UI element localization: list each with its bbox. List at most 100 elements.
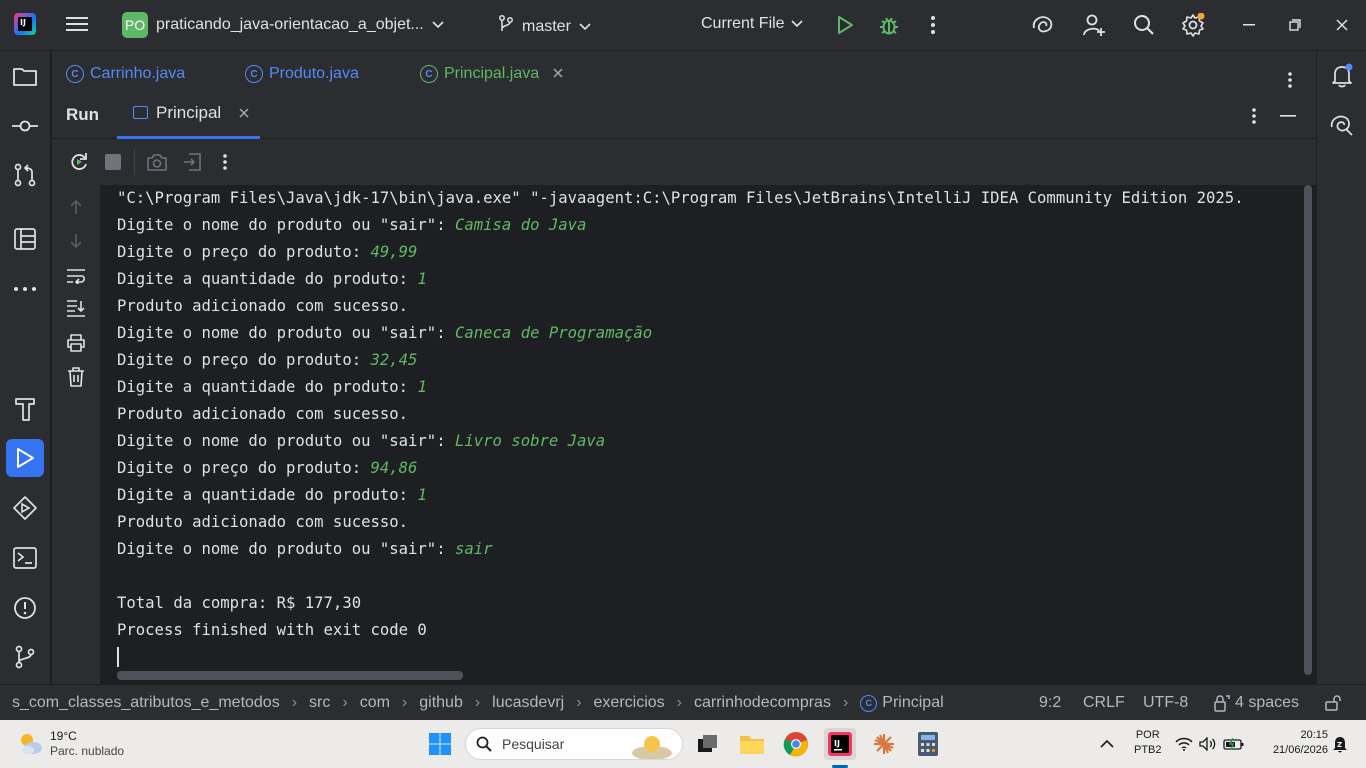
tab-carrinho[interactable]: C Carrinho.java <box>66 65 185 83</box>
breadcrumb-item[interactable]: com <box>360 694 390 712</box>
close-tab-icon[interactable] <box>553 65 563 83</box>
console-line: Digite a quantidade do produto: 1 <box>117 486 427 504</box>
stop-icon[interactable] <box>103 152 123 172</box>
ai-assistant-icon[interactable] <box>1031 13 1055 37</box>
file-explorer-icon[interactable] <box>736 728 768 760</box>
run-options-icon[interactable] <box>1242 104 1266 128</box>
services-icon[interactable] <box>11 494 39 522</box>
run-tab-principal[interactable]: Principal <box>117 89 260 139</box>
volume-icon[interactable] <box>1196 728 1220 760</box>
taskbar-search[interactable]: Pesquisar <box>465 728 683 760</box>
soft-wrap-icon[interactable] <box>65 265 87 287</box>
vertical-scrollbar[interactable] <box>1304 185 1312 675</box>
hide-panel-icon[interactable] <box>1276 104 1300 128</box>
settings-gear-icon[interactable] <box>1181 13 1205 37</box>
windows-start-icon[interactable] <box>424 728 456 760</box>
problems-icon[interactable] <box>11 594 39 622</box>
task-view-icon[interactable] <box>692 728 724 760</box>
structure-icon[interactable] <box>11 225 39 253</box>
notifications-bell-icon[interactable] <box>1328 62 1356 90</box>
main-menu-icon[interactable] <box>66 14 88 34</box>
more-actions-icon[interactable] <box>215 152 235 172</box>
close-icon[interactable] <box>1330 13 1354 37</box>
search-icon[interactable] <box>1132 13 1156 37</box>
breadcrumb-item[interactable]: github <box>419 694 463 712</box>
breadcrumb: s_com_classes_atributos_e_metodos › src … <box>12 694 944 712</box>
more-actions-icon[interactable] <box>921 13 945 37</box>
print-icon[interactable] <box>65 332 87 354</box>
horizontal-scrollbar[interactable] <box>117 671 463 680</box>
svg-text:IJ: IJ <box>834 739 840 748</box>
pull-requests-icon[interactable] <box>11 161 39 189</box>
breadcrumb-item[interactable]: exercicios <box>594 694 665 712</box>
search-placeholder: Pesquisar <box>502 736 565 752</box>
chevron-right-icon: › <box>676 694 682 711</box>
breadcrumb-item[interactable]: src <box>309 694 330 712</box>
run-tool-icon[interactable] <box>6 439 44 477</box>
arrow-down-icon[interactable] <box>65 230 87 252</box>
console-line: Digite o nome do produto ou "sair": Cane… <box>117 324 653 342</box>
camera-icon[interactable] <box>147 152 167 172</box>
line-ending[interactable]: CRLF <box>1083 694 1125 712</box>
clear-trash-icon[interactable] <box>65 366 87 388</box>
branch-selector[interactable]: master <box>498 15 591 38</box>
tab-label: Principal.java <box>444 65 540 82</box>
weather-widget[interactable]: 19°C Parc. nublado <box>16 729 124 759</box>
restore-icon[interactable] <box>1283 13 1307 37</box>
chevron-right-icon: › <box>842 694 849 711</box>
run-tab-label: Principal <box>156 102 222 122</box>
toolbar-divider <box>134 149 135 175</box>
input-language[interactable]: POR PTB2 <box>1134 728 1162 758</box>
class-icon: C <box>860 694 878 712</box>
chrome-icon[interactable] <box>780 728 812 760</box>
notification-center-icon[interactable]: Z <box>1330 728 1350 760</box>
chevron-up-icon[interactable] <box>1092 728 1122 760</box>
breadcrumb-item[interactable]: carrinhodecompras <box>694 694 831 712</box>
intellij-taskbar-icon[interactable]: IJ <box>824 728 856 760</box>
temperature: 19°C <box>50 729 77 743</box>
git-icon[interactable] <box>11 643 39 671</box>
console-line: Digite a quantidade do produto: 1 <box>117 378 427 396</box>
arrow-up-icon[interactable] <box>65 196 87 218</box>
clock[interactable]: 20:15 21/06/2026 <box>1258 728 1328 758</box>
intellij-logo-icon[interactable]: IJ <box>14 13 36 35</box>
claude-icon[interactable] <box>868 728 900 760</box>
close-tab-icon[interactable] <box>239 103 249 123</box>
commit-icon[interactable] <box>11 112 39 140</box>
tab-principal[interactable]: C Principal.java <box>420 65 563 83</box>
breadcrumb-item[interactable]: s_com_classes_atributos_e_metodos <box>12 694 280 712</box>
minimize-icon[interactable] <box>1237 13 1261 37</box>
run-config-selector[interactable]: Current File <box>701 15 803 33</box>
caret-position[interactable]: 9:2 <box>1039 694 1061 712</box>
file-encoding[interactable]: UTF-8 <box>1143 694 1188 712</box>
tab-label: Produto.java <box>269 65 359 82</box>
build-hammer-icon[interactable] <box>11 395 39 423</box>
debug-icon[interactable] <box>877 13 901 37</box>
scroll-to-end-icon[interactable] <box>65 297 87 319</box>
weather-description: Parc. nublado <box>50 744 125 758</box>
restore-layout-icon[interactable] <box>182 152 202 172</box>
breadcrumb-item[interactable]: lucasdevrj <box>492 694 564 712</box>
add-user-icon[interactable] <box>1082 13 1106 37</box>
ai-chat-icon[interactable] <box>1328 112 1356 140</box>
calculator-icon[interactable] <box>912 728 944 760</box>
readonly-lock-icon[interactable] <box>1325 695 1343 716</box>
run-icon[interactable] <box>833 13 857 37</box>
breadcrumb-item-class[interactable]: C Principal <box>860 694 944 712</box>
console-line: Digite o nome do produto ou "sair": Livr… <box>117 432 606 450</box>
terminal-icon[interactable] <box>11 544 39 572</box>
editor-tab-bar: C Carrinho.java C Produto.java C Princip… <box>52 51 1316 89</box>
console-line: Digite a quantidade do produto: 1 <box>117 270 427 288</box>
indent-label: 4 spaces <box>1235 694 1300 711</box>
indent-setting[interactable]: 4 spaces <box>1213 694 1299 712</box>
battery-icon[interactable] <box>1221 728 1247 760</box>
tab-produto[interactable]: C Produto.java <box>245 65 359 83</box>
rerun-icon[interactable] <box>69 152 89 172</box>
wifi-icon[interactable] <box>1172 728 1196 760</box>
console-line: Digite o nome do produto ou "sair": Cami… <box>117 216 587 234</box>
project-selector[interactable]: PO praticando_java-orientacao_a_objet... <box>122 12 444 38</box>
chevron-down-icon <box>432 16 444 34</box>
console-output[interactable]: "C:\Program Files\Java\jdk-17\bin\java.e… <box>100 185 1316 684</box>
project-folder-icon[interactable] <box>11 62 39 90</box>
more-tools-icon[interactable] <box>11 275 39 303</box>
